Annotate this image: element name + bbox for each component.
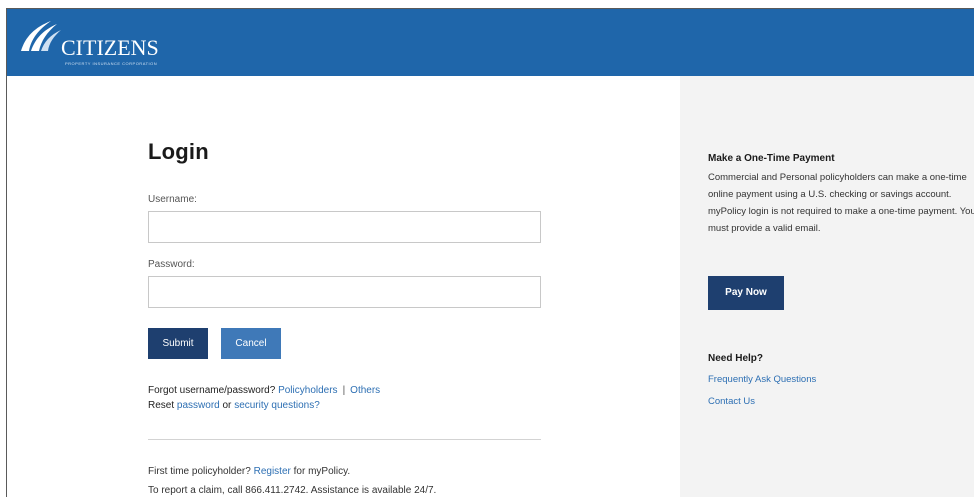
- divider: [148, 439, 541, 440]
- payment-description: Commercial and Personal policyholders ca…: [708, 172, 974, 234]
- registration-info: First time policyholder? Register for my…: [148, 462, 436, 497]
- header-bar: CITIZENS PROPERTY INSURANCE CORPORATION: [7, 9, 974, 76]
- cancel-button[interactable]: Cancel: [221, 328, 281, 359]
- link-separator: |: [342, 385, 346, 396]
- pay-now-button[interactable]: Pay Now: [708, 276, 784, 310]
- claim-info: To report a claim, call 866.411.2742. As…: [148, 485, 437, 496]
- username-label: Username:: [148, 194, 197, 205]
- security-questions-link[interactable]: security questions?: [234, 400, 320, 411]
- faq-link[interactable]: Frequently Ask Questions: [708, 374, 816, 385]
- swoosh-logo-icon: [21, 21, 61, 51]
- forgot-line: Forgot username/password? Policyholders |…: [148, 383, 380, 398]
- reset-line: Reset password or security questions?: [148, 398, 380, 413]
- account-recovery-links: Forgot username/password? Policyholders |…: [148, 383, 380, 413]
- contact-us-link[interactable]: Contact Us: [708, 396, 755, 407]
- first-time-prefix: First time policyholder?: [148, 466, 251, 477]
- username-input[interactable]: [148, 211, 541, 243]
- first-time-line: First time policyholder? Register for my…: [148, 462, 436, 481]
- reset-or: or: [222, 400, 232, 411]
- reset-password-link[interactable]: password: [177, 400, 220, 411]
- sidebar: Make a One-Time Payment Commercial and P…: [680, 76, 974, 497]
- payment-heading: Make a One-Time Payment: [708, 153, 835, 164]
- submit-button[interactable]: Submit: [148, 328, 208, 359]
- brand-text: CITIZENS PROPERTY INSURANCE CORPORATION: [61, 35, 159, 67]
- register-link[interactable]: Register: [254, 466, 291, 477]
- first-time-suffix: for myPolicy.: [293, 466, 351, 477]
- reset-prefix: Reset: [148, 400, 175, 411]
- login-panel: Login Username: Password: Submit Cancel …: [7, 76, 680, 497]
- help-heading: Need Help?: [708, 353, 764, 364]
- password-label: Password:: [148, 259, 195, 270]
- brand-name: CITIZENS: [61, 35, 159, 60]
- policyholders-link[interactable]: Policyholders: [278, 385, 337, 396]
- citizens-logo[interactable]: CITIZENS PROPERTY INSURANCE CORPORATION: [17, 17, 159, 67]
- page-title: Login: [148, 139, 209, 164]
- brand-tagline: PROPERTY INSURANCE CORPORATION: [65, 61, 158, 66]
- others-link[interactable]: Others: [350, 385, 380, 396]
- page-frame: CITIZENS PROPERTY INSURANCE CORPORATION …: [6, 8, 974, 497]
- password-input[interactable]: [148, 276, 541, 308]
- forgot-prefix: Forgot username/password?: [148, 385, 276, 396]
